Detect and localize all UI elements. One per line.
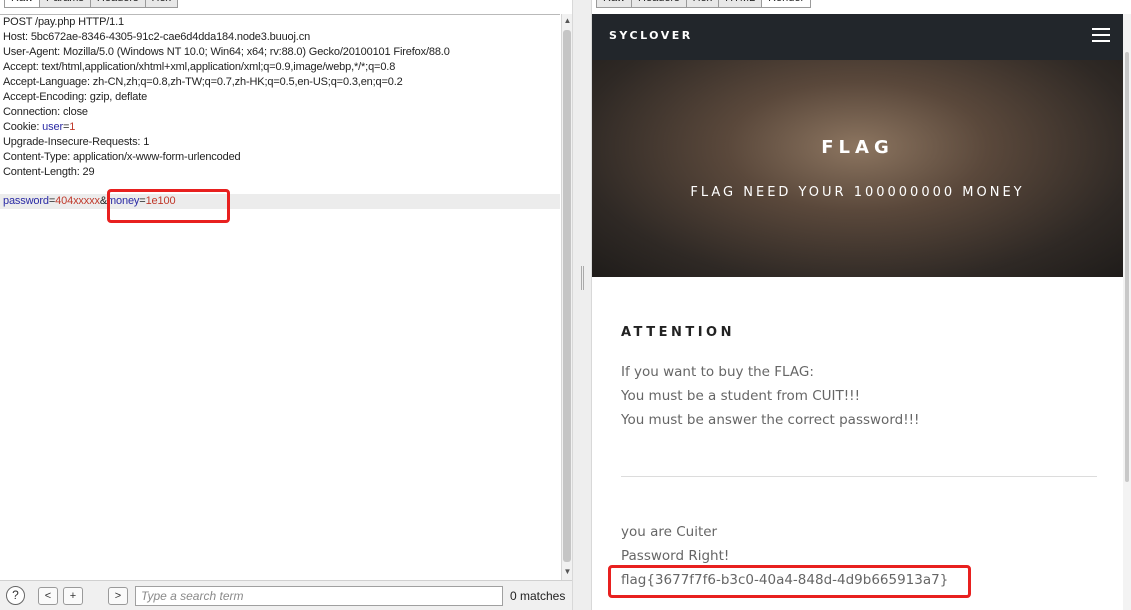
attention-heading: ATTENTION [621, 325, 735, 340]
tab-params[interactable]: Params [39, 0, 91, 8]
header-accept: Accept: text/html,application/xhtml+xml,… [3, 61, 396, 73]
hero-subtitle: FLAG NEED YOUR 100000000 MONEY [690, 185, 1025, 200]
hero-title: FLAG [821, 137, 894, 158]
cookie-prefix: Cookie: [3, 121, 43, 133]
pane-splitter[interactable] [572, 0, 592, 610]
request-scrollbar[interactable]: ▲ ▼ [561, 14, 572, 580]
attention-line: You must be a student from CUIT!!! [621, 388, 860, 404]
header-user-agent: User-Agent: Mozilla/5.0 (Windows NT 10.0… [3, 46, 450, 58]
header-upgrade-insecure: Upgrade-Insecure-Requests: 1 [3, 136, 150, 148]
scroll-thumb[interactable] [1125, 52, 1129, 482]
cookie-value: 1 [69, 121, 76, 133]
response-scrollbar[interactable] [1123, 14, 1131, 610]
cookie-key: user [42, 121, 63, 133]
tab-html[interactable]: HTML [718, 0, 763, 8]
header-content-type: Content-Type: application/x-www-form-url… [3, 151, 241, 163]
flag-highlight-box [608, 565, 971, 598]
search-input[interactable] [135, 586, 503, 606]
attention-line: If you want to buy the FLAG: [621, 364, 814, 380]
response-pane: Raw Headers Hex HTML Render SYCLOVER FLA… [592, 0, 1131, 610]
attention-line: You must be answer the correct password!… [621, 412, 920, 428]
header-content-length: Content-Length: 29 [3, 166, 95, 178]
tab-render[interactable]: Render [761, 0, 812, 8]
section-divider [621, 476, 1097, 477]
tab-hex[interactable]: Hex [685, 0, 720, 8]
scroll-thumb[interactable] [563, 30, 571, 562]
hamburger-menu-icon[interactable] [1092, 28, 1110, 42]
request-pane: Raw Params Headers Hex POST /pay.php HTT… [0, 0, 572, 610]
search-bar: ? < + > 0 matches [0, 580, 572, 610]
result-line: you are Cuiter [621, 524, 718, 540]
rendered-page: SYCLOVER FLAG FLAG NEED YOUR 100000000 M… [592, 14, 1131, 610]
hero-banner: FLAG FLAG NEED YOUR 100000000 MONEY [592, 60, 1123, 277]
splitter-grip-icon[interactable] [581, 266, 584, 290]
header-accept-encoding: Accept-Encoding: gzip, deflate [3, 91, 148, 103]
next-match-button[interactable]: > [108, 587, 128, 605]
tab-hex[interactable]: Hex [144, 0, 179, 8]
site-navbar: SYCLOVER [592, 14, 1123, 60]
tab-raw[interactable]: Raw [596, 0, 633, 8]
add-search-button[interactable]: + [63, 587, 83, 605]
body-value-password: 404xxxxx [55, 195, 100, 207]
header-connection: Connection: close [3, 106, 88, 118]
match-count: 0 matches [510, 589, 566, 603]
header-accept-language: Accept-Language: zh-CN,zh;q=0.8,zh-TW;q=… [3, 76, 403, 88]
response-tabs: Raw Headers Hex HTML Render [596, 0, 812, 8]
tab-headers[interactable]: Headers [631, 0, 687, 8]
request-tabs: Raw Params Headers Hex [4, 0, 179, 8]
previous-match-button[interactable]: < [38, 587, 58, 605]
request-line: POST /pay.php HTTP/1.1 [3, 16, 125, 28]
body-key-password: password [3, 195, 49, 207]
request-editor[interactable]: POST /pay.php HTTP/1.1 Host: 5bc672ae-83… [0, 14, 560, 580]
money-highlight-box [107, 189, 230, 223]
tab-headers[interactable]: Headers [89, 0, 146, 8]
body-amp: & [99, 195, 108, 207]
header-host: Host: 5bc672ae-8346-4305-91c2-cae6d4dda1… [3, 31, 311, 43]
site-brand[interactable]: SYCLOVER [609, 29, 693, 42]
header-cookie: Cookie: user=1 [0, 120, 560, 135]
request-body: password=404xxxxx&money=1e100 [0, 194, 560, 209]
tab-raw[interactable]: Raw [4, 0, 41, 8]
help-icon[interactable]: ? [6, 586, 25, 605]
